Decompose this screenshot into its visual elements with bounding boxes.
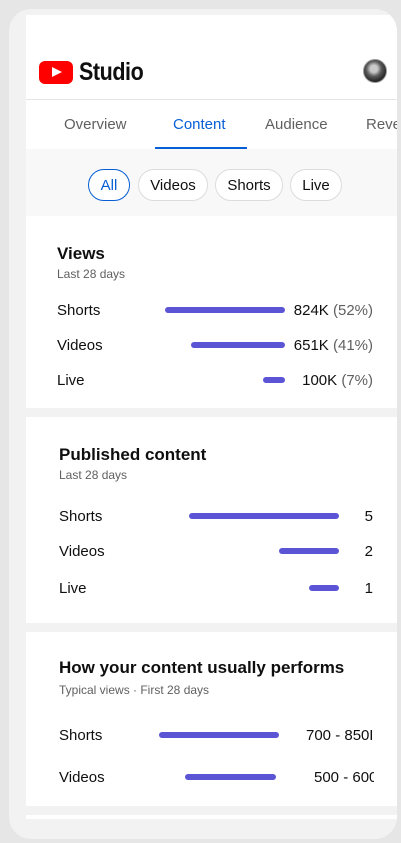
published-row-value: 5 xyxy=(364,508,373,525)
filter-chip-videos[interactable]: Videos xyxy=(138,169,208,201)
published-bar-live xyxy=(309,585,339,591)
card-divider xyxy=(26,623,397,632)
card-divider xyxy=(26,408,397,417)
published-bar-shorts xyxy=(189,513,339,519)
published-row-label: Shorts xyxy=(59,508,103,525)
published-row-value: 2 xyxy=(364,543,373,560)
card-divider xyxy=(26,806,397,815)
views-title: Views xyxy=(57,244,105,263)
performance-subtitle: Typical views · First 28 days xyxy=(59,683,210,697)
filter-chip-shorts[interactable]: Shorts xyxy=(215,169,283,201)
studio-logo[interactable]: Studio xyxy=(39,58,154,87)
views-subtitle: Last 28 days xyxy=(57,267,126,281)
app-bar: Studio xyxy=(26,15,397,99)
views-bar-videos xyxy=(190,342,285,348)
views-row-label: Shorts xyxy=(57,302,101,319)
tab-audience[interactable]: Audience xyxy=(265,116,328,133)
performance-row-label: Videos xyxy=(59,769,105,786)
published-title: Published content xyxy=(59,445,207,464)
views-bar-shorts xyxy=(165,307,285,313)
filter-chip-all[interactable]: All xyxy=(88,169,130,201)
performance-row-value: 500 - 600 K xyxy=(314,769,374,786)
published-row-label: Live xyxy=(59,580,87,597)
account-avatar[interactable] xyxy=(363,59,387,83)
performance-card: How your content usually performs Typica… xyxy=(26,632,397,806)
views-bar-live xyxy=(263,377,285,383)
published-row-label: Videos xyxy=(59,543,105,560)
published-row-value: 1 xyxy=(364,580,373,597)
app-screen: Studio Overview Content Audience Reve Al… xyxy=(26,15,397,819)
views-row-value: 100K (7%) xyxy=(302,372,373,389)
app-name: Studio xyxy=(79,58,144,86)
tab-content[interactable]: Content xyxy=(173,116,226,133)
published-bar-videos xyxy=(279,548,339,554)
published-subtitle: Last 28 days xyxy=(59,468,128,482)
tab-overview[interactable]: Overview xyxy=(64,116,127,133)
tab-revenue[interactable]: Reve xyxy=(366,116,397,133)
filter-chip-bar: All Videos Shorts Live xyxy=(26,149,397,216)
views-row-label: Videos xyxy=(57,337,103,354)
views-card: Views Last 28 days Shorts 824K (52%) Vid… xyxy=(26,216,397,408)
views-row-label: Live xyxy=(57,372,85,389)
performance-row-label: Shorts xyxy=(59,727,103,744)
filter-chip-live[interactable]: Live xyxy=(290,169,342,201)
youtube-play-icon xyxy=(39,61,73,84)
tab-bar: Overview Content Audience Reve xyxy=(26,99,397,150)
performance-row-value: 700 - 850K xyxy=(306,727,372,744)
performance-bar-videos xyxy=(184,774,276,780)
performance-bar-shorts xyxy=(159,732,279,738)
views-row-value: 651K (41%) xyxy=(293,337,373,354)
views-row-value: 824K (52%) xyxy=(293,302,373,319)
published-content-card: Published content Last 28 days Shorts 5 … xyxy=(26,417,397,623)
phone-frame: Studio Overview Content Audience Reve Al… xyxy=(9,9,397,839)
performance-title: How your content usually performs xyxy=(59,658,345,677)
